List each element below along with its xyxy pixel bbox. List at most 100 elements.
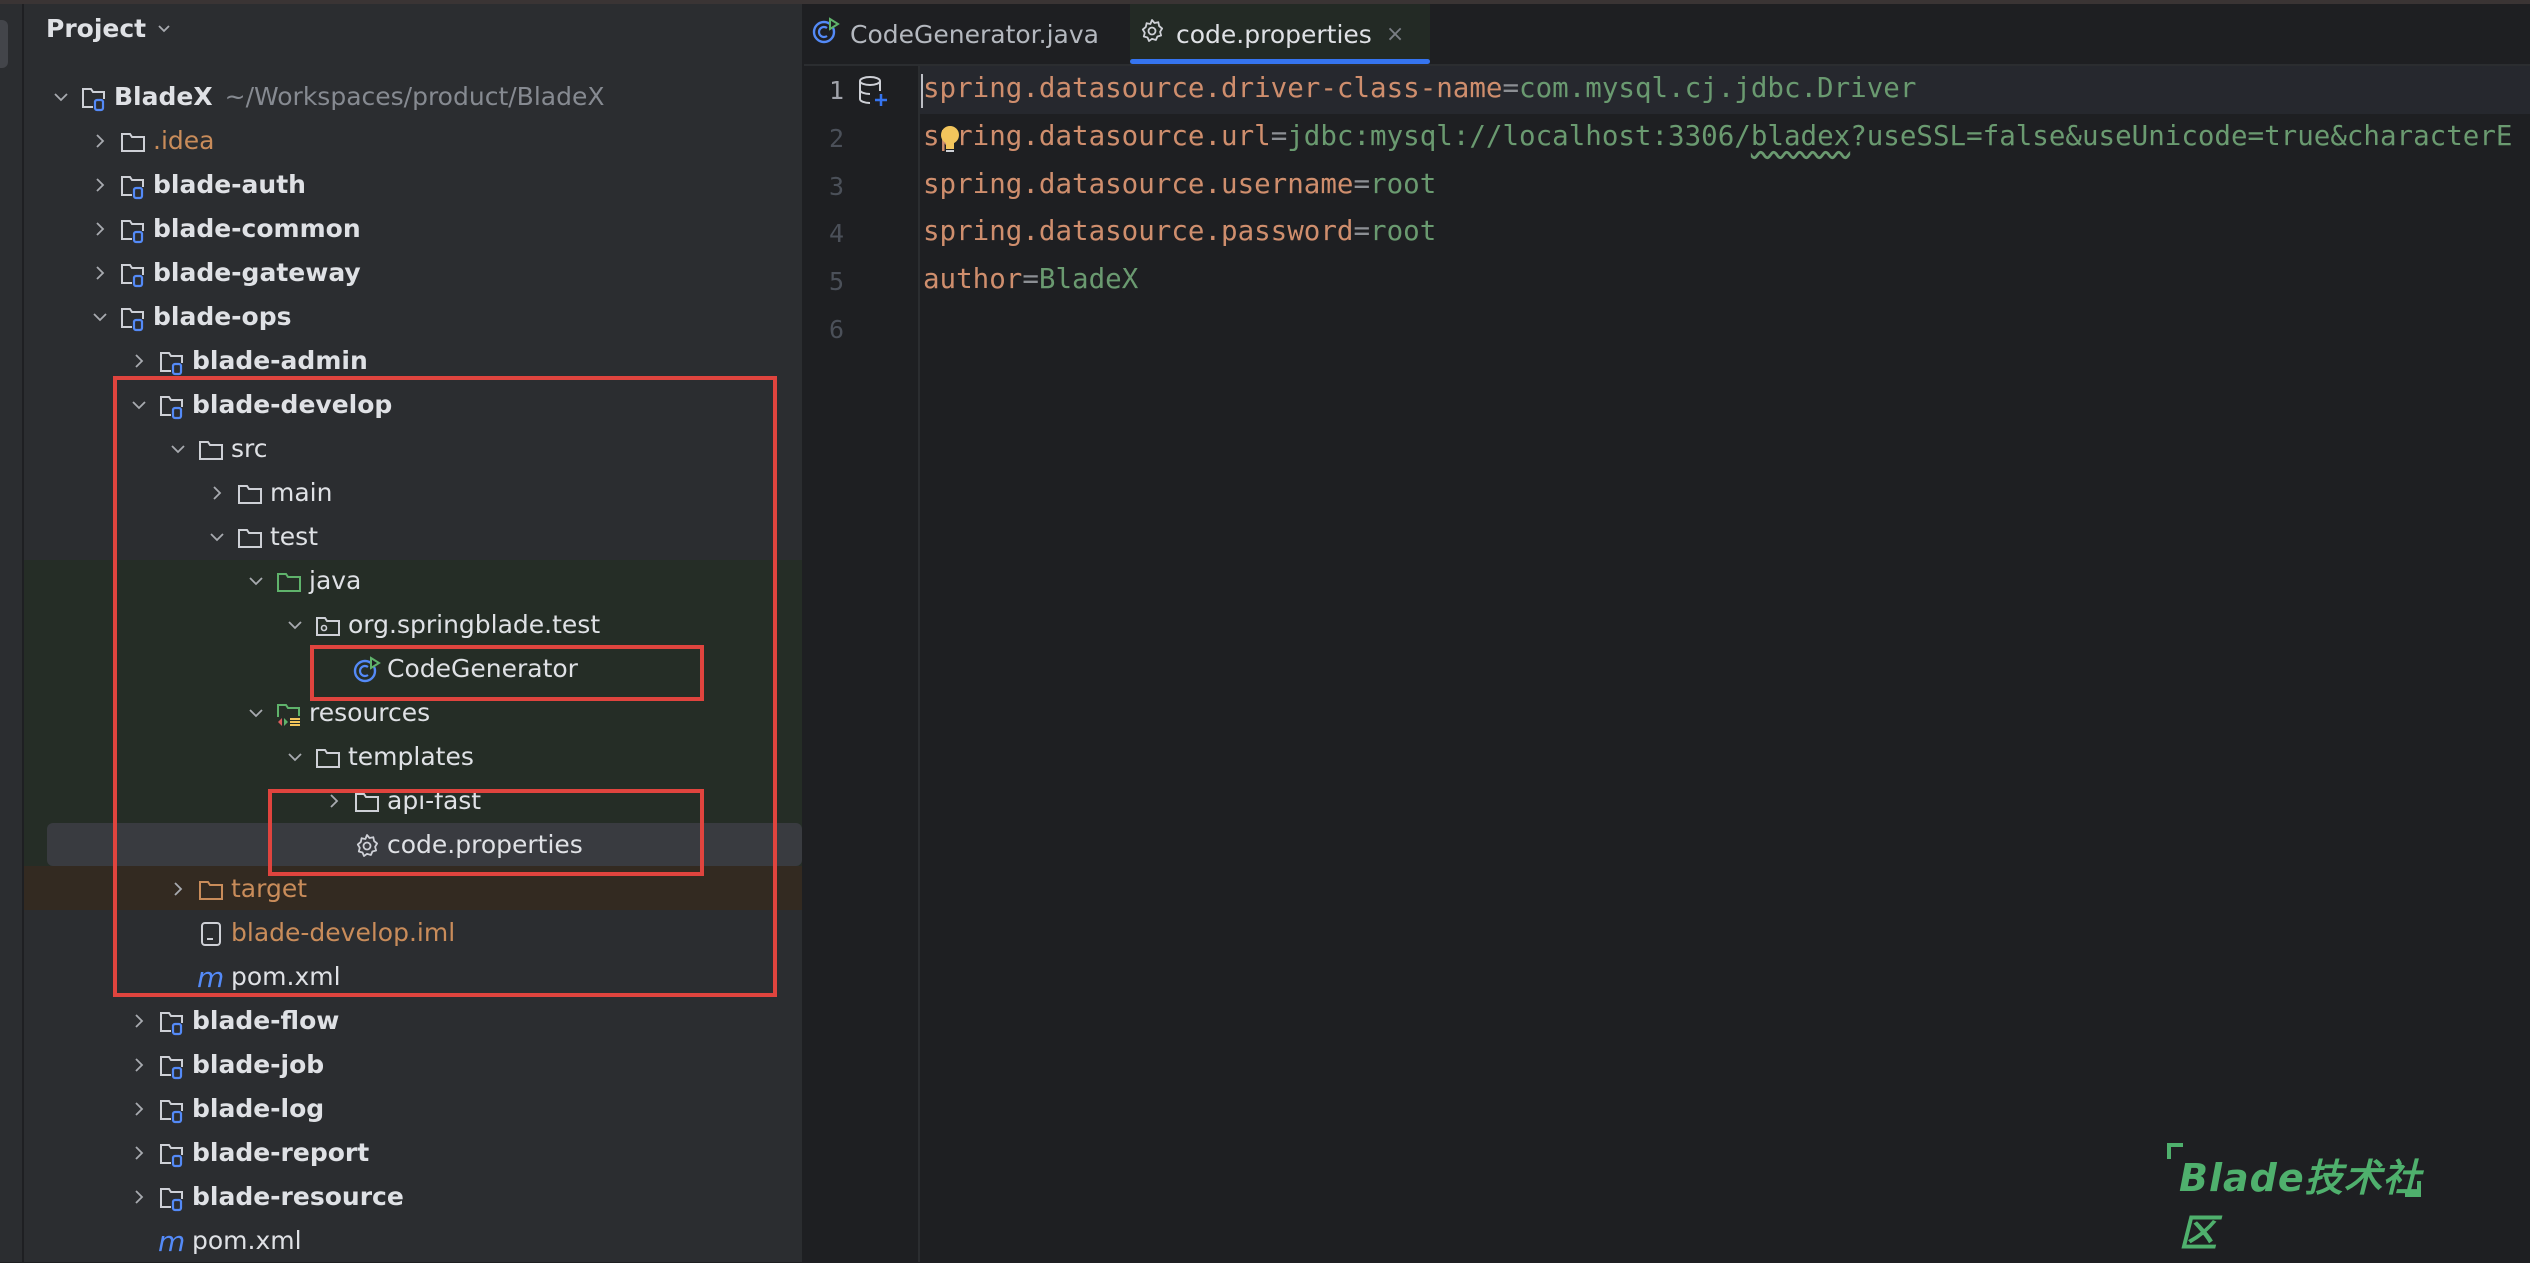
tree-item-label: blade-report (192, 1138, 369, 1167)
equals-sign: = (1353, 215, 1371, 248)
label-text: blade-auth (153, 170, 306, 199)
property-value: com.mysql.cj.jdbc.Driver (1519, 72, 1917, 104)
tree-item-blade-log[interactable]: blade-log (24, 1087, 802, 1131)
label-text: blade-gateway (153, 258, 361, 287)
label-text: blade-resource (192, 1182, 404, 1211)
code-line[interactable]: spring.datasource.url=jdbc:mysql://local… (923, 120, 2512, 152)
label-text: blade-flow (192, 1006, 340, 1035)
editor-tabs: CodeGenerator.java code.properties × (804, 4, 2530, 66)
line-number: 3 (828, 171, 844, 201)
code-line[interactable]: spring.datasource.password=root (923, 215, 1436, 247)
line-number: 1 (828, 76, 844, 105)
module-folder-icon (158, 1008, 186, 1036)
equals-sign: = (1270, 119, 1288, 152)
project-view-selector[interactable]: Project (46, 14, 172, 43)
code-line[interactable]: spring.datasource.driver-class-name=com.… (923, 72, 1916, 104)
chevron-right-icon[interactable] (91, 132, 109, 150)
tree-item-label: blade-log (192, 1094, 324, 1123)
tree-item-label: blade-flow (192, 1006, 339, 1035)
text-caret (921, 74, 923, 108)
tree-item-pom-xml[interactable]: m pom.xml (24, 1219, 802, 1263)
label-text: BladeX (114, 82, 213, 111)
tree-item-blade-ops[interactable]: blade-ops (24, 295, 802, 339)
module-folder-icon (158, 1140, 186, 1168)
tree-item-blade-report[interactable]: blade-report (24, 1131, 802, 1175)
chevron-right-icon[interactable] (130, 1100, 148, 1118)
tree-item-label: blade-admin (192, 346, 368, 375)
property-value: ?useSSL=false&useUnicode=true&characterE (1850, 119, 2513, 152)
intention-bulb-icon[interactable] (938, 124, 962, 156)
gear-icon (1138, 17, 1166, 51)
close-tab-icon[interactable]: × (1386, 22, 1404, 47)
property-value-warning: bladex (1750, 119, 1851, 152)
property-key: spring.datasource.username (923, 167, 1354, 200)
tab-codegenerator-java[interactable]: CodeGenerator.java (804, 4, 1130, 64)
tab-label: CodeGenerator.java (850, 19, 1099, 49)
tree-item-label: blade-ops (153, 302, 292, 331)
tree-item-label: BladeX ~/Workspaces/product/BladeX (114, 82, 604, 111)
chevron-right-icon[interactable] (130, 1012, 148, 1030)
watermark-text: Blade技术社区 (2179, 1156, 2422, 1255)
chevron-down-icon (158, 24, 170, 32)
code-line[interactable]: spring.datasource.username=root (923, 168, 1436, 200)
tree-item-blade-common[interactable]: blade-common (24, 207, 802, 251)
module-folder-icon (158, 1052, 186, 1080)
chevron-right-icon[interactable] (130, 1056, 148, 1074)
tab-code-properties[interactable]: code.properties × (1130, 4, 1430, 64)
module-folder-icon (119, 304, 147, 332)
chevron-down-icon[interactable] (52, 88, 70, 106)
tree-item-label: blade-auth (153, 170, 306, 199)
chevron-down-icon[interactable] (91, 308, 109, 326)
line-number: 2 (828, 123, 844, 153)
chevron-right-icon[interactable] (91, 264, 109, 282)
line-number: 5 (828, 267, 844, 297)
label-text: blade-common (153, 214, 361, 243)
chevron-right-icon[interactable] (91, 176, 109, 194)
line-number: 4 (828, 219, 844, 249)
label-text: blade-report (192, 1138, 370, 1167)
chevron-right-icon[interactable] (130, 352, 148, 370)
chevron-right-icon[interactable] (130, 1188, 148, 1206)
line-number: 6 (828, 315, 844, 344)
module-folder-icon (158, 1184, 186, 1212)
label-text: blade-admin (192, 346, 368, 375)
chevron-right-icon[interactable] (130, 1144, 148, 1162)
active-tab-indicator (1130, 59, 1430, 64)
tree-item-blade-job[interactable]: blade-job (24, 1043, 802, 1087)
equals-sign: = (1022, 263, 1039, 296)
project-tool-button[interactable] (0, 20, 8, 68)
tree-item-blade-resource[interactable]: blade-resource (24, 1175, 802, 1219)
module-folder-icon (158, 1096, 186, 1124)
label-text: .idea (153, 126, 215, 155)
property-key: spring.datasource.url (923, 119, 1271, 152)
property-value: root (1370, 215, 1437, 248)
label-text: blade-ops (153, 302, 292, 331)
tree-item-label: blade-common (153, 214, 361, 243)
label-text: pom.xml (192, 1226, 302, 1255)
tree-item-label: blade-resource (192, 1182, 404, 1211)
tree-item-blade-flow[interactable]: blade-flow (24, 999, 802, 1043)
label-text: blade-job (192, 1050, 325, 1079)
module-folder-icon (119, 172, 147, 200)
property-value: jdbc:mysql://localhost:3306/ (1287, 119, 1751, 152)
maven-icon: m (158, 1225, 186, 1258)
tree-item-bladex[interactable]: BladeX ~/Workspaces/product/BladeX (24, 75, 802, 119)
property-key: spring.datasource.password (923, 215, 1354, 248)
tree-item-label: blade-job (192, 1050, 324, 1079)
property-value: root (1370, 167, 1437, 200)
chevron-right-icon[interactable] (91, 220, 109, 238)
module-folder-icon (119, 260, 147, 288)
equals-sign: = (1353, 167, 1371, 200)
module-folder-icon (119, 216, 147, 244)
property-value: BladeX (1038, 263, 1139, 296)
tree-item-blade-auth[interactable]: blade-auth (24, 163, 802, 207)
tree-item--idea[interactable]: .idea (24, 119, 802, 163)
code-line[interactable]: author=BladeX (923, 263, 1138, 295)
tool-window-strip (0, 4, 24, 1262)
tab-label: code.properties (1176, 19, 1372, 49)
tree-item-blade-gateway[interactable]: blade-gateway (24, 251, 802, 295)
svg-text:m: m (158, 1228, 185, 1256)
property-key: author (923, 263, 1023, 296)
database-icon[interactable] (856, 74, 890, 108)
project-title: Project (46, 14, 147, 43)
